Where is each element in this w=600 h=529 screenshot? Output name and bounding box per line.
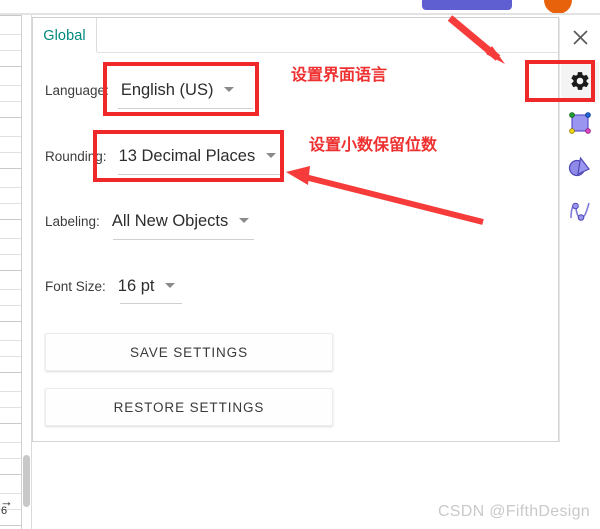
field-font-size-label: Font Size: — [45, 279, 106, 294]
chevron-down-icon — [239, 218, 250, 223]
spreadsheet-row-line — [0, 152, 22, 153]
spreadsheet-row-line — [0, 15, 22, 16]
field-rounding: Rounding: 13 Decimal Places — [45, 147, 277, 166]
rail-item-settings[interactable] — [561, 62, 599, 100]
labeling-value: All New Objects — [111, 212, 229, 230]
watermark: CSDN @FifthDesign — [437, 503, 590, 520]
labeling-underline — [113, 239, 254, 240]
spreadsheet-row-line — [0, 101, 22, 102]
chevron-down-icon — [266, 153, 277, 158]
shape-square-icon — [569, 112, 591, 134]
spreadsheet-row-headers — [0, 15, 22, 529]
spreadsheet-row-line — [0, 34, 22, 35]
spreadsheet-row-line — [0, 168, 22, 169]
chevron-down-icon — [165, 283, 176, 288]
spreadsheet-row-line — [0, 66, 22, 67]
tab-global-label: Global — [43, 27, 86, 44]
spreadsheet-row-line — [0, 321, 22, 322]
field-font-size: Font Size: 16 pt — [45, 277, 176, 296]
language-select[interactable]: English (US) — [121, 81, 235, 100]
rail-item-curve[interactable] — [561, 192, 599, 230]
field-language: Language: English (US) — [45, 81, 235, 100]
spreadsheet-row-line — [0, 289, 22, 290]
triangle-circle-icon — [568, 156, 590, 177]
annotation-language-note: 设置界面语言 — [291, 65, 388, 84]
tab-underline-active — [33, 52, 97, 53]
rail-item-shape[interactable] — [561, 104, 599, 142]
gear-icon — [571, 72, 589, 90]
spreadsheet-row-number: 6 — [1, 505, 8, 517]
spreadsheet-row-line — [0, 203, 22, 204]
spreadsheet-row-line — [0, 372, 22, 373]
restore-settings-button[interactable]: RESTORE SETTINGS — [45, 388, 333, 426]
spreadsheet-row-line — [0, 136, 22, 137]
language-value: English (US) — [120, 81, 214, 99]
spreadsheet-row-line — [0, 340, 22, 341]
font-size-underline — [120, 303, 182, 304]
rounding-select[interactable]: 13 Decimal Places — [119, 147, 277, 166]
spreadsheet-row-line — [0, 305, 22, 306]
spreadsheet-row-line — [0, 50, 22, 51]
spreadsheet-row-line — [0, 423, 22, 424]
background-avatar[interactable] — [544, 0, 572, 14]
field-rounding-label: Rounding: — [45, 149, 107, 164]
rail-item-transform[interactable] — [561, 148, 599, 186]
labeling-select[interactable]: All New Objects — [111, 212, 250, 231]
background-purple-button[interactable] — [422, 0, 512, 10]
spreadsheet-row-line — [0, 238, 22, 239]
save-settings-label: SAVE SETTINGS — [130, 344, 248, 360]
panel-tab-bar: Global — [32, 18, 559, 53]
spreadsheet-row-line — [0, 219, 22, 220]
strip-divider — [0, 13, 600, 15]
spreadsheet-row-line — [0, 407, 22, 408]
chevron-down-icon — [224, 87, 235, 92]
curve-points-icon — [570, 202, 590, 221]
annotation-rounding-note: 设置小数保留位数 — [309, 135, 438, 154]
tab-underline — [33, 52, 558, 53]
spreadsheet-row-line — [0, 356, 22, 357]
spreadsheet-row-line — [0, 474, 22, 475]
font-size-select[interactable]: 16 pt — [118, 277, 176, 296]
spreadsheet-row-line — [0, 254, 22, 255]
spreadsheet-row-line — [0, 391, 22, 392]
close-button[interactable] — [563, 22, 597, 52]
field-labeling: Labeling: All New Objects — [45, 212, 250, 231]
spreadsheet-row-line — [0, 458, 22, 459]
restore-settings-label: RESTORE SETTINGS — [113, 399, 265, 415]
close-icon — [572, 29, 588, 45]
tab-global[interactable]: Global — [33, 18, 97, 53]
save-settings-button[interactable]: SAVE SETTINGS — [45, 333, 333, 371]
field-labeling-label: Labeling: — [45, 214, 100, 229]
language-underline — [118, 108, 253, 109]
spreadsheet-row-line — [0, 270, 22, 271]
spreadsheet-row-line — [0, 85, 22, 86]
spreadsheet-row-line — [0, 442, 22, 443]
rounding-value: 13 Decimal Places — [118, 147, 256, 165]
spreadsheet-row-line — [0, 525, 22, 526]
spreadsheet-row-line — [0, 117, 22, 118]
font-size-value: 16 pt — [117, 277, 155, 295]
vertical-scrollbar-thumb[interactable] — [23, 455, 30, 507]
field-language-label: Language: — [45, 83, 109, 98]
tab-bar-empty-area — [97, 18, 558, 53]
rounding-underline — [118, 174, 284, 175]
background-app-strip — [0, 0, 600, 14]
spreadsheet-row-line — [0, 187, 22, 188]
